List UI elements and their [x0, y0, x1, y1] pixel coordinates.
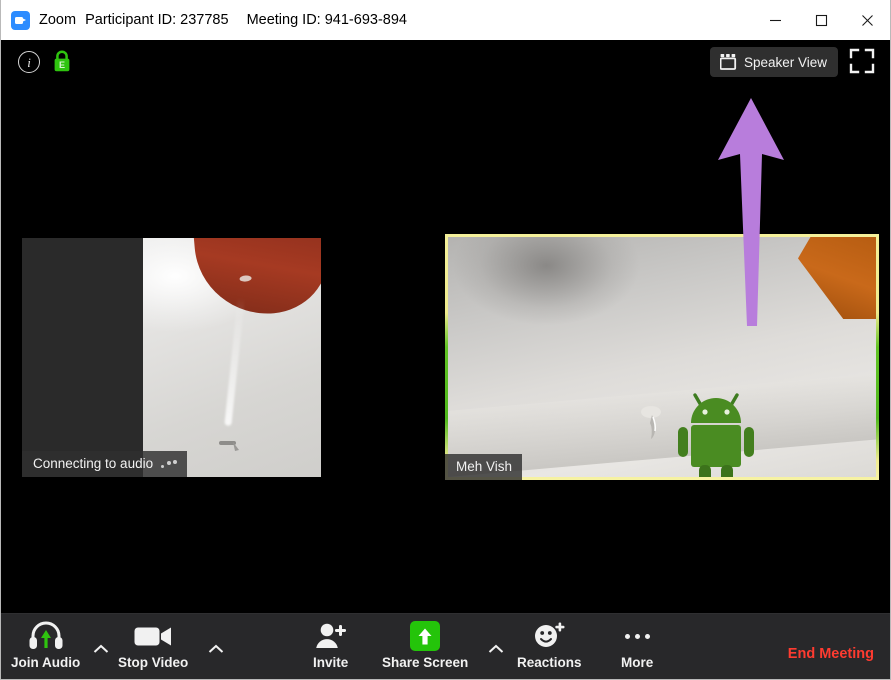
share-screen-options-caret[interactable] — [485, 638, 507, 660]
reactions-button[interactable]: Reactions — [517, 620, 582, 670]
svg-text:E: E — [59, 60, 65, 70]
video-content-shape — [641, 406, 661, 439]
window-controls — [752, 0, 890, 40]
participant-tile[interactable]: Connecting to audio — [22, 238, 321, 477]
invite-button[interactable]: Invite — [313, 620, 348, 670]
close-button[interactable] — [844, 0, 890, 40]
participant-name: Connecting to audio — [33, 456, 154, 471]
zoom-meeting-window: Zoom Participant ID: 237785 Meeting ID: 94… — [0, 0, 891, 680]
participant-video-feed — [143, 238, 321, 477]
meeting-toolbar: Join Audio Stop Video Invite Share Scree… — [1, 613, 890, 679]
share-screen-up-arrow-icon — [410, 620, 441, 652]
speaker-view-button[interactable]: Speaker View — [709, 47, 838, 77]
maximize-button[interactable] — [798, 0, 844, 40]
video-content-shape — [798, 237, 876, 319]
enter-fullscreen-icon[interactable] — [849, 48, 875, 74]
info-icon-glyph: i — [27, 54, 31, 70]
invite-person-plus-icon — [314, 620, 348, 652]
zoom-logo-icon — [11, 10, 30, 30]
video-camera-icon — [134, 620, 172, 652]
share-screen-button[interactable]: Share Screen — [382, 620, 468, 670]
video-content-shape — [224, 297, 245, 427]
join-audio-label: Join Audio — [11, 655, 81, 670]
more-dots-icon — [624, 620, 650, 652]
participant-name-badge: Meh Vish — [445, 454, 523, 480]
android-figurine-icon — [678, 393, 754, 477]
minimize-button[interactable] — [752, 0, 798, 40]
video-content-shape — [206, 437, 239, 451]
speaker-view-label: Speaker View — [743, 54, 827, 70]
end-meeting-button[interactable]: End Meeting — [788, 646, 874, 662]
title-meeting-id: Meeting ID: 941-693-894 — [246, 12, 407, 28]
window-title: Zoom Participant ID: 237785 Meeting ID: 94… — [39, 12, 407, 28]
share-screen-label: Share Screen — [382, 655, 469, 670]
participant-tile-active-speaker[interactable]: Meh Vish — [445, 234, 879, 480]
stop-video-label: Stop Video — [118, 655, 189, 670]
participant-video-feed — [448, 237, 876, 477]
join-audio-button[interactable]: Join Audio — [11, 620, 80, 670]
gallery-view-icon — [719, 54, 737, 70]
stop-video-button[interactable]: Stop Video — [118, 620, 188, 670]
green-lock-icon[interactable]: E — [52, 49, 72, 74]
more-button[interactable]: More — [621, 620, 653, 670]
invite-label: Invite — [313, 655, 349, 670]
join-audio-options-caret[interactable] — [90, 638, 112, 660]
info-icon[interactable]: i — [18, 51, 40, 73]
title-participant-id: Participant ID: 237785 — [85, 12, 229, 28]
video-options-caret[interactable] — [205, 638, 227, 660]
more-label: More — [621, 655, 654, 670]
smiley-plus-icon — [533, 620, 565, 652]
loading-dots-icon — [161, 459, 178, 468]
title-app-name: Zoom — [39, 12, 77, 28]
video-content-shape — [193, 238, 321, 320]
reactions-label: Reactions — [517, 655, 582, 670]
window-titlebar: Zoom Participant ID: 237785 Meeting ID: 94… — [1, 0, 890, 40]
end-meeting-label: End Meeting — [787, 646, 874, 662]
titlebar-left-group: Zoom Participant ID: 237785 Meeting ID: 94… — [1, 10, 752, 30]
headset-join-audio-icon — [29, 620, 63, 652]
participant-name-badge: Connecting to audio — [22, 451, 188, 477]
participant-name: Meh Vish — [456, 459, 513, 474]
